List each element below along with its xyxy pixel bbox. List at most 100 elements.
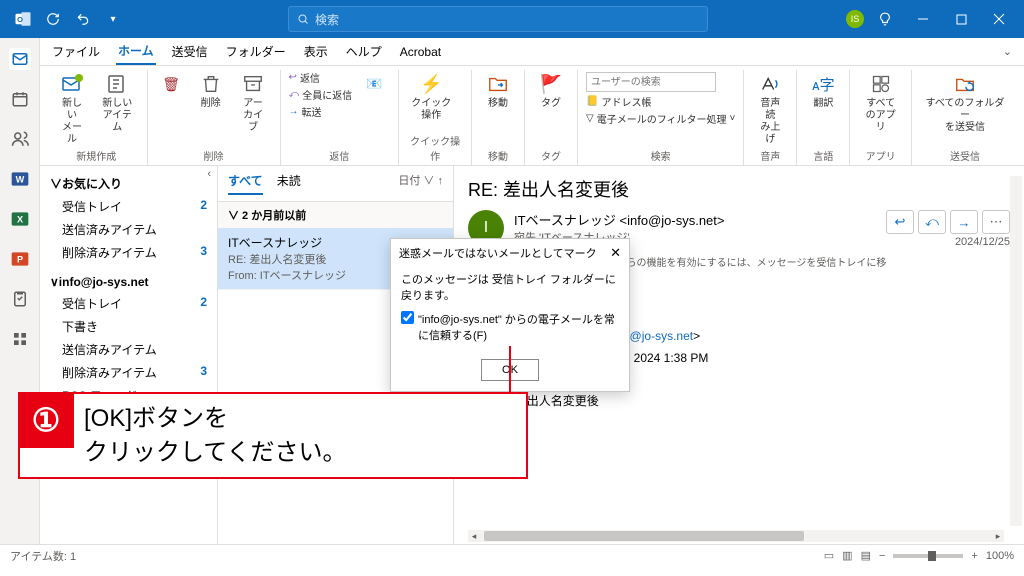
zoom-out-icon[interactable]: − — [879, 550, 885, 562]
ribbon: 新しいメール 新しいアイテム 新規作成 🗑 削除 アーカイブ 削除 ↩返信 ⤺全… — [40, 66, 1024, 166]
all-apps-button[interactable]: すべてのアプリ — [858, 70, 903, 136]
reply-all-icon: ⤺ — [289, 89, 300, 100]
vertical-scrollbar[interactable] — [1010, 176, 1022, 526]
scroll-thumb[interactable] — [484, 531, 804, 541]
archive-button[interactable]: アーカイブ — [235, 70, 272, 136]
more-apps-icon[interactable] — [9, 328, 31, 350]
search-input[interactable]: 検索 — [288, 6, 708, 32]
read-aloud-button[interactable]: 音声読み上げ — [752, 70, 788, 148]
trust-sender-checkbox[interactable]: "info@jo-sys.net" からの電子メールを常に信頼する(F) — [401, 311, 619, 343]
checkbox-input[interactable] — [401, 311, 414, 324]
delete-icon — [199, 72, 223, 96]
more-actions[interactable]: ⋯ — [982, 210, 1010, 234]
reply-all-button[interactable]: ⤺全員に返信 — [289, 87, 353, 102]
avatar[interactable]: IS — [846, 10, 864, 28]
sort-button[interactable]: 日付 ∨ ↑ — [398, 172, 443, 195]
group-new: 新規作成 — [54, 148, 139, 165]
delete-button[interactable]: 削除 — [193, 70, 229, 112]
new-mail-button[interactable]: 新しいメール — [54, 70, 90, 148]
lightbulb-icon[interactable] — [868, 4, 902, 34]
close-icon[interactable]: ✕ — [610, 245, 621, 261]
folder-item[interactable]: 送信済みアイテム — [40, 218, 217, 241]
flag-icon: 🚩 — [539, 72, 563, 96]
powerpoint-icon[interactable]: P — [9, 248, 31, 270]
meeting-button[interactable]: 📧 — [358, 70, 390, 98]
move-button[interactable]: 移動 — [480, 70, 516, 112]
tab-acrobat[interactable]: Acrobat — [398, 41, 443, 63]
search-placeholder: 検索 — [315, 11, 339, 28]
collapse-folders-icon[interactable]: ‹ — [207, 168, 211, 180]
svg-text:P: P — [16, 254, 22, 264]
new-item-button[interactable]: 新しいアイテム — [96, 70, 139, 136]
dialog-title: 迷惑メールではないメールとしてマーク — [399, 245, 597, 261]
undo-icon[interactable] — [72, 8, 94, 30]
tab-unread[interactable]: 未読 — [277, 172, 301, 195]
qat-dropdown-icon[interactable]: ▾ — [102, 8, 124, 30]
send-receive-all-button[interactable]: すべてのフォルダーを送受信 — [920, 70, 1010, 136]
folder-item[interactable]: 削除済みアイテム3 — [40, 361, 217, 384]
quick-steps-button[interactable]: ⚡クイック操作 — [407, 70, 455, 124]
scroll-left-icon[interactable]: ◂ — [468, 531, 480, 542]
tab-sendreceive[interactable]: 送受信 — [170, 39, 210, 64]
horizontal-scrollbar[interactable]: ◂▸ — [468, 530, 1004, 542]
close-button[interactable] — [982, 4, 1016, 34]
zoom-in-icon[interactable]: + — [971, 550, 977, 562]
folder-item[interactable]: 下書き — [40, 315, 217, 338]
tasks-icon[interactable] — [9, 288, 31, 310]
user-search-input[interactable] — [586, 72, 716, 92]
item-count: アイテム数: 1 — [10, 548, 76, 564]
sync-icon[interactable] — [42, 8, 64, 30]
maximize-button[interactable] — [944, 4, 978, 34]
ribbon-collapse-icon[interactable]: ⌄ — [1001, 41, 1014, 62]
zoom-slider[interactable] — [893, 554, 963, 558]
mail-icon[interactable] — [9, 48, 31, 70]
excel-icon[interactable]: X — [9, 208, 31, 230]
folder-item[interactable]: 受信トレイ2 — [40, 195, 217, 218]
view-compact-icon[interactable]: ▤ — [861, 549, 871, 562]
group-move: 移動 — [480, 148, 516, 165]
group-delete: 削除 — [156, 148, 272, 165]
word-icon[interactable]: W — [9, 168, 31, 190]
date-section[interactable]: ∨ 2 か月前以前 — [218, 202, 453, 228]
forward-icon: → — [289, 106, 299, 117]
minimize-button[interactable] — [906, 4, 940, 34]
group-app: アプリ — [858, 148, 903, 165]
tag-button[interactable]: 🚩タグ — [533, 70, 569, 112]
group-sendrecv: 送受信 — [920, 148, 1010, 165]
reply-action[interactable]: ↩ — [886, 210, 914, 234]
reply-icon: ↩ — [289, 72, 297, 83]
ignore-button[interactable]: 🗑 — [156, 70, 187, 98]
view-normal-icon[interactable]: ▭ — [824, 549, 834, 562]
people-icon[interactable] — [9, 128, 31, 150]
calendar-icon[interactable] — [9, 88, 31, 110]
dialog-message: このメッセージは 受信トレイ フォルダーに戻ります。 — [401, 271, 619, 303]
reply-button[interactable]: ↩返信 — [289, 70, 353, 85]
read-aloud-icon — [758, 72, 782, 96]
new-mail-icon — [60, 72, 84, 96]
folder-item[interactable]: 送信済みアイテム — [40, 338, 217, 361]
tab-folder[interactable]: フォルダー — [224, 39, 288, 64]
scroll-right-icon[interactable]: ▸ — [992, 531, 1004, 542]
message-date: 2024/12/25 — [886, 236, 1010, 248]
reply-all-action[interactable]: ⤺ — [918, 210, 946, 234]
forward-button[interactable]: →転送 — [289, 104, 353, 119]
instruction-line1: [OK]ボタンを — [84, 402, 512, 436]
tab-home[interactable]: ホーム — [116, 38, 156, 65]
account-header[interactable]: ∨info@jo-sys.net — [40, 272, 217, 292]
tab-help[interactable]: ヘルプ — [344, 39, 384, 64]
tab-file[interactable]: ファイル — [50, 39, 102, 64]
forward-action[interactable]: → — [950, 210, 978, 234]
address-book-button[interactable]: 📒アドレス帳 — [586, 94, 735, 109]
folder-item[interactable]: 削除済みアイテム3 — [40, 241, 217, 264]
translate-icon: ᴀ字 — [811, 72, 835, 96]
new-item-icon — [105, 72, 129, 96]
tab-all[interactable]: すべて — [228, 172, 263, 195]
tab-view[interactable]: 表示 — [302, 39, 330, 64]
translate-button[interactable]: ᴀ字翻訳 — [805, 70, 841, 112]
favorites-header[interactable]: ∨お気に入り — [40, 172, 217, 195]
view-reading-icon[interactable]: ▥ — [842, 549, 852, 562]
quick-icon: ⚡ — [419, 72, 443, 96]
svg-text:W: W — [15, 174, 24, 184]
folder-item[interactable]: 受信トレイ2 — [40, 292, 217, 315]
filter-button[interactable]: ▽電子メールのフィルター処理 ˅ — [586, 111, 735, 126]
